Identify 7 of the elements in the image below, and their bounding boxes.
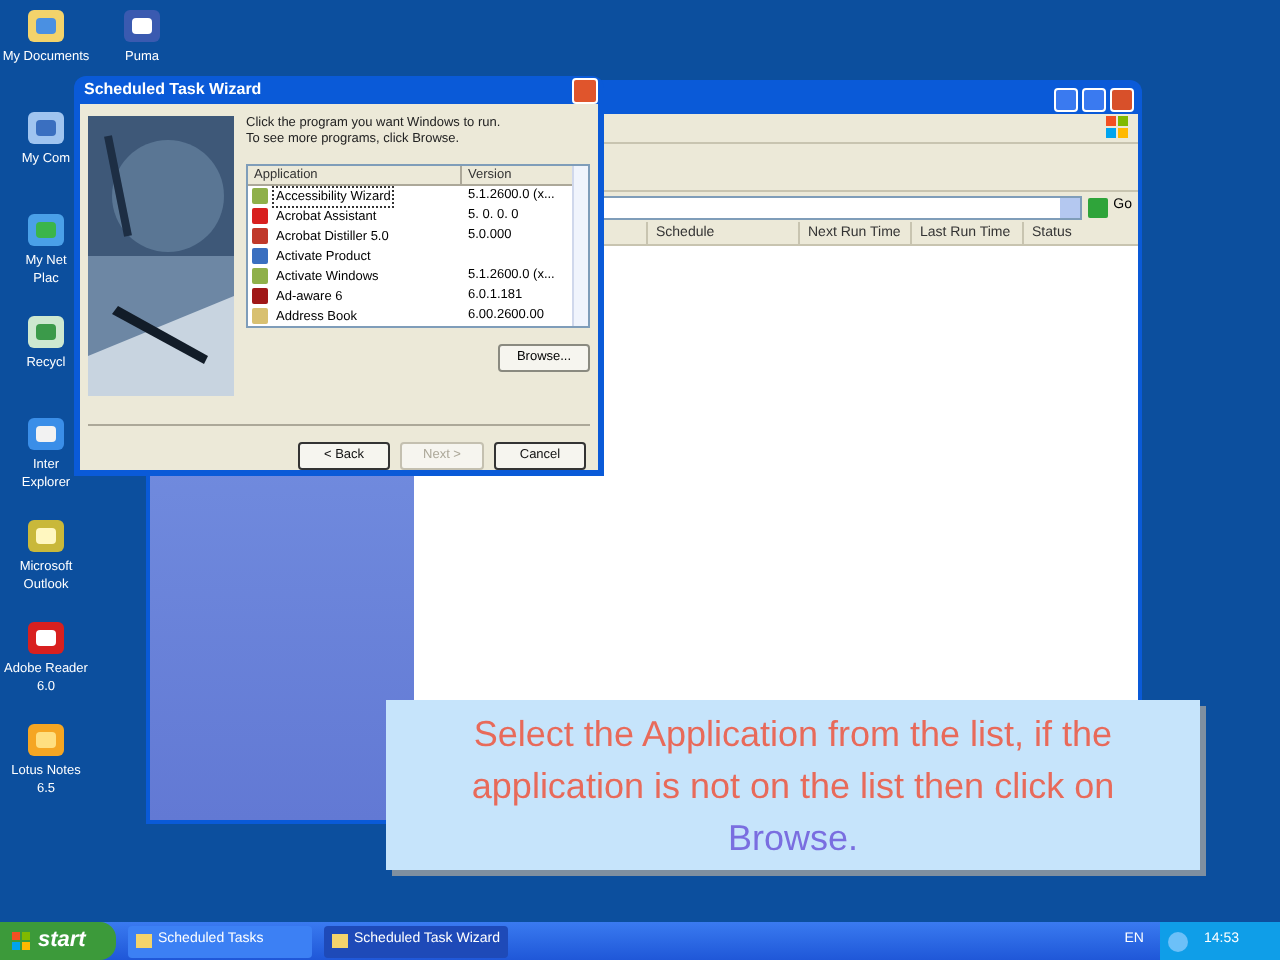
start-button[interactable]: start: [0, 922, 116, 960]
scrollbar[interactable]: [572, 166, 588, 326]
dropdown-icon[interactable]: [1059, 197, 1080, 217]
window-title: Scheduled Task Wizard: [82, 78, 262, 102]
windows-logo-icon: [12, 931, 32, 951]
callout-text: Select the Application from the list, if the application is not on the list then click on Browse.: [469, 711, 1117, 861]
windows-logo-icon: [1106, 116, 1130, 140]
